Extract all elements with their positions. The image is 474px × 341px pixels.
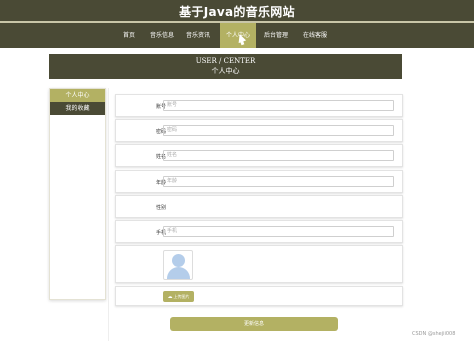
form-row-gender: 性别 xyxy=(115,195,403,218)
age-label: 年龄 xyxy=(155,180,166,186)
watermark: CSDN @shejii008 xyxy=(412,331,456,337)
age-input[interactable]: 年龄 xyxy=(163,176,394,187)
password-input[interactable]: 密码 xyxy=(163,125,394,136)
avatar-head-icon xyxy=(172,254,185,267)
nav-item-music-news[interactable]: 音乐资讯 xyxy=(183,23,213,48)
site-title: 基于Java的音乐网站 xyxy=(179,5,295,19)
sidebar-item-favorites[interactable]: 我的收藏 xyxy=(50,102,105,115)
phone-input[interactable]: 手机 xyxy=(163,226,394,237)
page-header-cn: 个人中心 xyxy=(211,67,240,75)
user-form: 账号 账号 密码 密码 姓名 姓名 年龄 年龄 性别 手机 手机 ☁上传图片 xyxy=(108,88,403,341)
site-header: 基于Java的音乐网站 xyxy=(0,0,474,21)
cloud-upload-icon: ☁ xyxy=(167,294,173,300)
form-row-avatar xyxy=(115,245,403,283)
account-input[interactable]: 账号 xyxy=(163,100,394,111)
sidebar-item-user-center[interactable]: 个人中心 xyxy=(50,89,105,102)
upload-button-label: 上传图片 xyxy=(173,294,190,299)
update-info-button[interactable]: 更新信息 xyxy=(170,317,338,331)
password-label: 密码 xyxy=(155,129,166,135)
name-label: 姓名 xyxy=(155,154,166,160)
form-row-phone: 手机 手机 xyxy=(115,220,403,243)
nav-item-admin[interactable]: 后台管理 xyxy=(261,23,291,48)
form-row-age: 年龄 年龄 xyxy=(115,170,403,193)
avatar xyxy=(163,250,193,280)
page-header: USER / CENTER 个人中心 xyxy=(49,54,402,79)
phone-label: 手机 xyxy=(155,230,166,236)
nav-item-music-info[interactable]: 音乐信息 xyxy=(147,23,177,48)
page-header-en: USER / CENTER xyxy=(195,57,256,65)
upload-image-button[interactable]: ☁上传图片 xyxy=(163,291,194,302)
form-row-upload: ☁上传图片 xyxy=(115,286,403,306)
form-row-name: 姓名 姓名 xyxy=(115,144,403,167)
nav-item-online-service[interactable]: 在线客服 xyxy=(299,23,331,48)
form-row-account: 账号 账号 xyxy=(115,94,403,117)
avatar-body-icon xyxy=(167,267,190,279)
nav-item-home[interactable]: 首页 xyxy=(117,23,141,48)
sidebar: 个人中心 我的收藏 xyxy=(49,88,106,300)
account-label: 账号 xyxy=(155,104,166,110)
name-input[interactable]: 姓名 xyxy=(163,150,394,161)
form-row-password: 密码 密码 xyxy=(115,119,403,142)
gender-label: 性别 xyxy=(155,205,166,211)
